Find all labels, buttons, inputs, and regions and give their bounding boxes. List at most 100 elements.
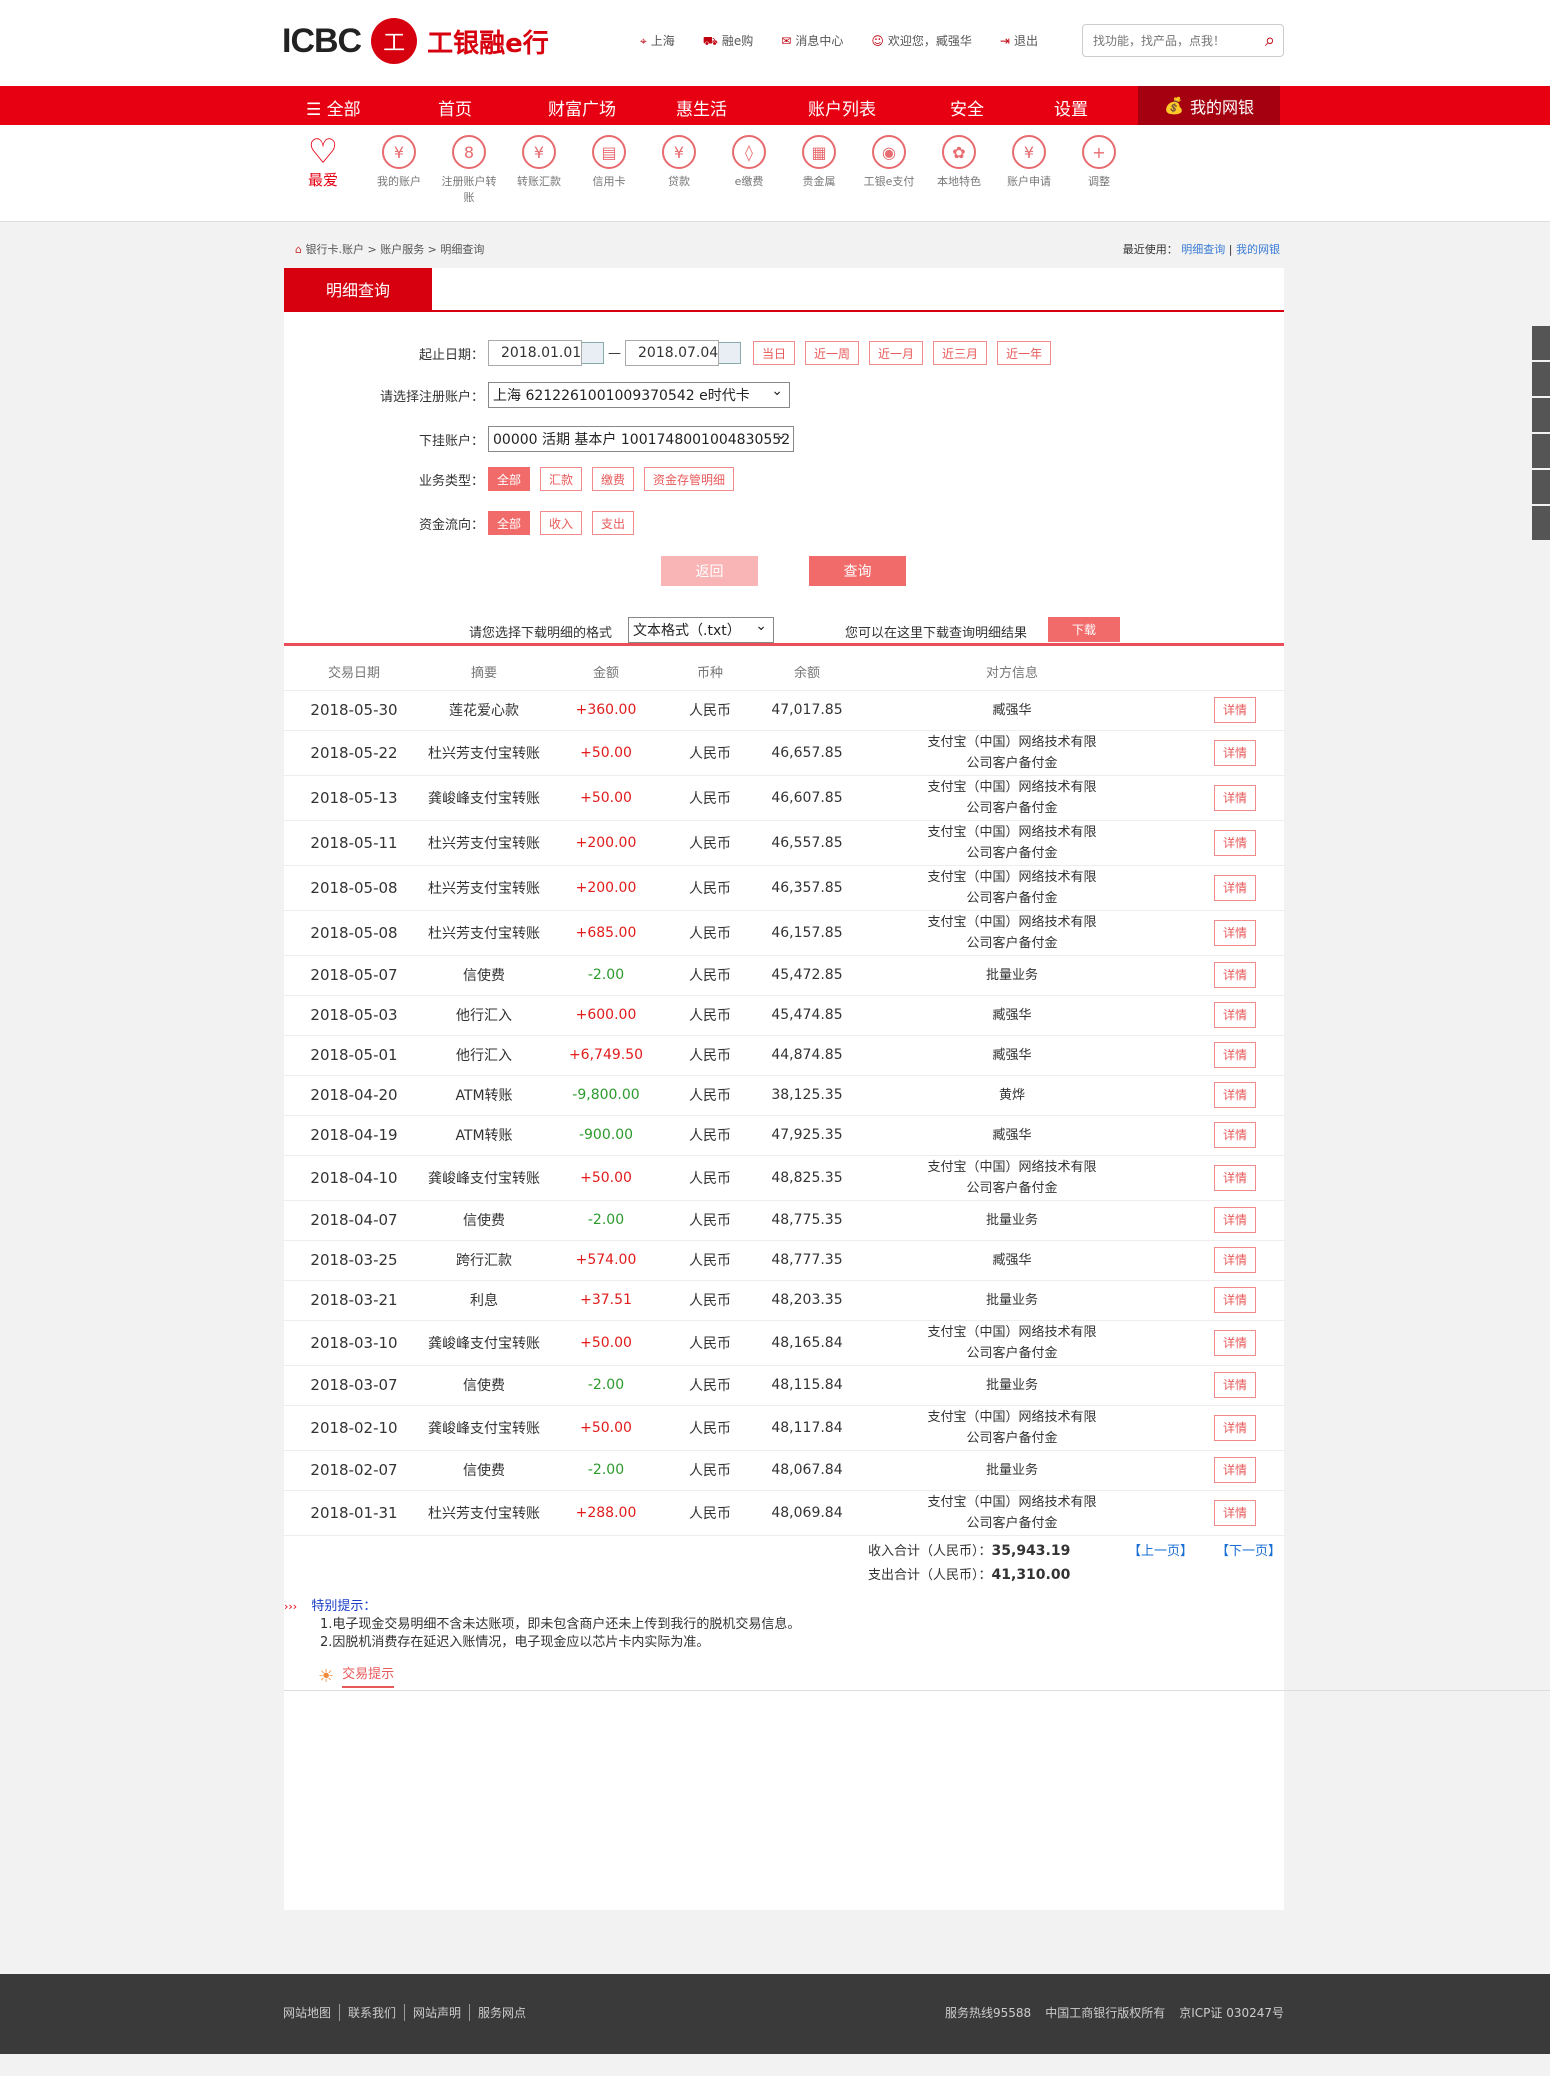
mail-icon[interactable] — [1532, 470, 1550, 504]
download-button[interactable]: 下载 — [1048, 617, 1120, 642]
footer-link[interactable]: 网站地图 — [283, 2004, 339, 2021]
detail-button[interactable]: 详情 — [1214, 739, 1256, 766]
search-box: ⌕ — [1082, 24, 1284, 57]
recent-label: 最近使用： — [1122, 243, 1178, 256]
home-icon[interactable]: ⌂ — [295, 243, 302, 256]
quick-functions: ♡ 最爱 ¥ 我的账户 8 注册账户转账 ¥ 转账汇款 ▤ 信用卡 ¥ 贷款 ◊ e缴费 ▦ 贵金属 ◉ 工银… — [0, 125, 1550, 222]
detail-button[interactable]: 详情 — [1214, 1287, 1256, 1313]
quick-item[interactable]: ¥ 账户申请 — [994, 135, 1064, 189]
detail-button[interactable]: 详情 — [1214, 1164, 1256, 1191]
clipboard-icon[interactable] — [1532, 434, 1550, 468]
flow-button[interactable]: 收入 — [540, 511, 583, 535]
camera-icon[interactable] — [1532, 398, 1550, 432]
period-button[interactable]: 当日 — [753, 341, 796, 365]
detail-button[interactable]: 详情 — [1214, 1122, 1256, 1148]
detail-button[interactable]: 详情 — [1214, 962, 1256, 988]
top-link[interactable]: ✉ 消息中心 — [781, 32, 843, 50]
flow-button[interactable]: 全部 — [488, 511, 531, 535]
detail-button[interactable]: 详情 — [1214, 697, 1256, 723]
top-link[interactable]: ☺ 欢迎您，臧强华 — [871, 32, 972, 50]
top-link[interactable]: ⇥ 退出 — [1000, 32, 1038, 50]
search-icon[interactable]: ⌕ — [1265, 30, 1275, 51]
nav-item[interactable]: 安全 — [950, 95, 984, 120]
tips-tab[interactable]: 交易提示 — [342, 1666, 395, 1688]
currency-cell: 人民币 — [668, 690, 752, 731]
back-button[interactable]: 返回 — [661, 556, 758, 586]
period-button[interactable]: 近一周 — [805, 341, 860, 365]
detail-button[interactable]: 详情 — [1214, 1457, 1256, 1483]
quick-item[interactable]: ✿ 本地特色 — [924, 135, 994, 189]
my-bank-button[interactable]: 💰 我的网银 — [1138, 86, 1280, 125]
top-link[interactable]: ⌖ 上海 — [640, 32, 675, 50]
detail-button[interactable]: 详情 — [1214, 1499, 1256, 1526]
quick-item[interactable]: ◊ e缴费 — [714, 135, 784, 189]
start-date-field[interactable]: 2018.01.01 — [488, 340, 582, 366]
tab-detail-query[interactable]: 明细查询 — [284, 268, 432, 310]
detail-button[interactable]: 详情 — [1214, 1372, 1256, 1398]
sub-account-row: 下挂账户： 00000 活期 基本户 1001748001004830552 — [284, 424, 1284, 454]
nav-item[interactable]: 设置 — [1054, 95, 1088, 120]
detail-button[interactable]: 详情 — [1214, 1247, 1256, 1273]
nav-item[interactable]: 首页 — [438, 95, 472, 120]
quick-item[interactable]: ◉ 工银e支付 — [854, 135, 924, 189]
detail-button[interactable]: 详情 — [1214, 1414, 1256, 1441]
prev-page-link[interactable]: 【上一页】 — [1128, 1540, 1193, 1559]
end-date-field[interactable]: 2018.07.04 — [625, 340, 719, 366]
recent-link-mybank[interactable]: 我的网银 — [1236, 243, 1280, 256]
top-link[interactable]: ⛟ 融e购 — [703, 32, 754, 50]
flow-button[interactable]: 支出 — [592, 511, 635, 535]
query-button[interactable]: 查询 — [809, 556, 906, 586]
balance-cell: 46,607.85 — [752, 775, 862, 821]
footer-link[interactable]: 网站声明 — [404, 2004, 469, 2021]
table-row: 2018-05-11 杜兴芳支付宝转账 +200.00 人民币 46,557.85 支付宝… — [284, 820, 1284, 866]
counterparty-cell: 支付宝（中国）网络技术有限公司客户备付金 — [862, 820, 1162, 866]
footer-link[interactable]: 服务网点 — [469, 2004, 534, 2021]
detail-cell: 详情 — [1162, 1035, 1284, 1076]
quick-item[interactable]: 8 注册账户转账 — [434, 135, 504, 205]
chat-icon[interactable] — [1532, 506, 1550, 540]
search-input[interactable] — [1083, 25, 1243, 56]
nav-item[interactable]: 账户列表 — [808, 95, 876, 120]
detail-button[interactable]: 详情 — [1214, 784, 1256, 811]
detail-button[interactable]: 详情 — [1214, 1329, 1256, 1356]
footer-link[interactable]: 联系我们 — [339, 2004, 404, 2021]
detail-button[interactable]: 详情 — [1214, 1042, 1256, 1068]
gift-icon[interactable] — [1532, 326, 1550, 360]
nav-item[interactable]: 财富广场 — [548, 95, 616, 120]
type-button[interactable]: 资金存管明细 — [644, 467, 735, 491]
quick-item[interactable]: ¥ 贷款 — [644, 135, 714, 189]
account-select[interactable]: 上海 6212261001009370542 e时代卡 — [488, 382, 790, 408]
quick-item[interactable]: ▦ 贵金属 — [784, 135, 854, 189]
type-button[interactable]: 汇款 — [540, 467, 583, 491]
quick-item[interactable]: ¥ 我的账户 — [364, 135, 434, 189]
nav-item[interactable]: 惠生活 — [676, 95, 727, 120]
top-links: ⌖ 上海 ⛟ 融e购 ✉ 消息中心 ☺ 欢迎您，臧强华 ⇥ 退出 — [640, 32, 1038, 50]
calendar-icon[interactable] — [580, 342, 604, 364]
type-button[interactable]: 缴费 — [592, 467, 635, 491]
quick-item[interactable]: ¥ 转账汇款 — [504, 135, 574, 189]
quick-item[interactable]: + 调整 — [1064, 135, 1134, 189]
detail-button[interactable]: 详情 — [1214, 874, 1256, 901]
period-button[interactable]: 近三月 — [933, 341, 988, 365]
send-icon[interactable] — [1532, 362, 1550, 396]
nav-item[interactable]: ☰ 全部 — [306, 95, 361, 120]
detail-button[interactable]: 详情 — [1214, 1082, 1256, 1108]
lightbulb-icon: ☀ — [318, 1666, 335, 1687]
detail-button[interactable]: 详情 — [1214, 1207, 1256, 1233]
type-button[interactable]: 全部 — [488, 467, 531, 491]
amount-cell: +574.00 — [544, 1240, 668, 1281]
icbc-logo[interactable]: ICBC 工 工银融e行 — [282, 18, 549, 64]
currency-cell: 人民币 — [668, 1320, 752, 1366]
period-button[interactable]: 近一年 — [997, 341, 1052, 365]
sub-account-select[interactable]: 00000 活期 基本户 1001748001004830552 — [488, 426, 794, 452]
detail-button[interactable]: 详情 — [1214, 1002, 1256, 1028]
detail-button[interactable]: 详情 — [1214, 919, 1256, 946]
recent-link-detail[interactable]: 明细查询 — [1181, 243, 1225, 256]
favorites[interactable]: ♡ 最爱 — [288, 135, 358, 190]
calendar-icon[interactable] — [717, 342, 741, 364]
period-button[interactable]: 近一月 — [869, 341, 924, 365]
next-page-link[interactable]: 【下一页】 — [1216, 1540, 1281, 1559]
quick-item[interactable]: ▤ 信用卡 — [574, 135, 644, 189]
detail-button[interactable]: 详情 — [1214, 829, 1256, 856]
download-format-select[interactable]: 文本格式（.txt） — [628, 617, 774, 643]
